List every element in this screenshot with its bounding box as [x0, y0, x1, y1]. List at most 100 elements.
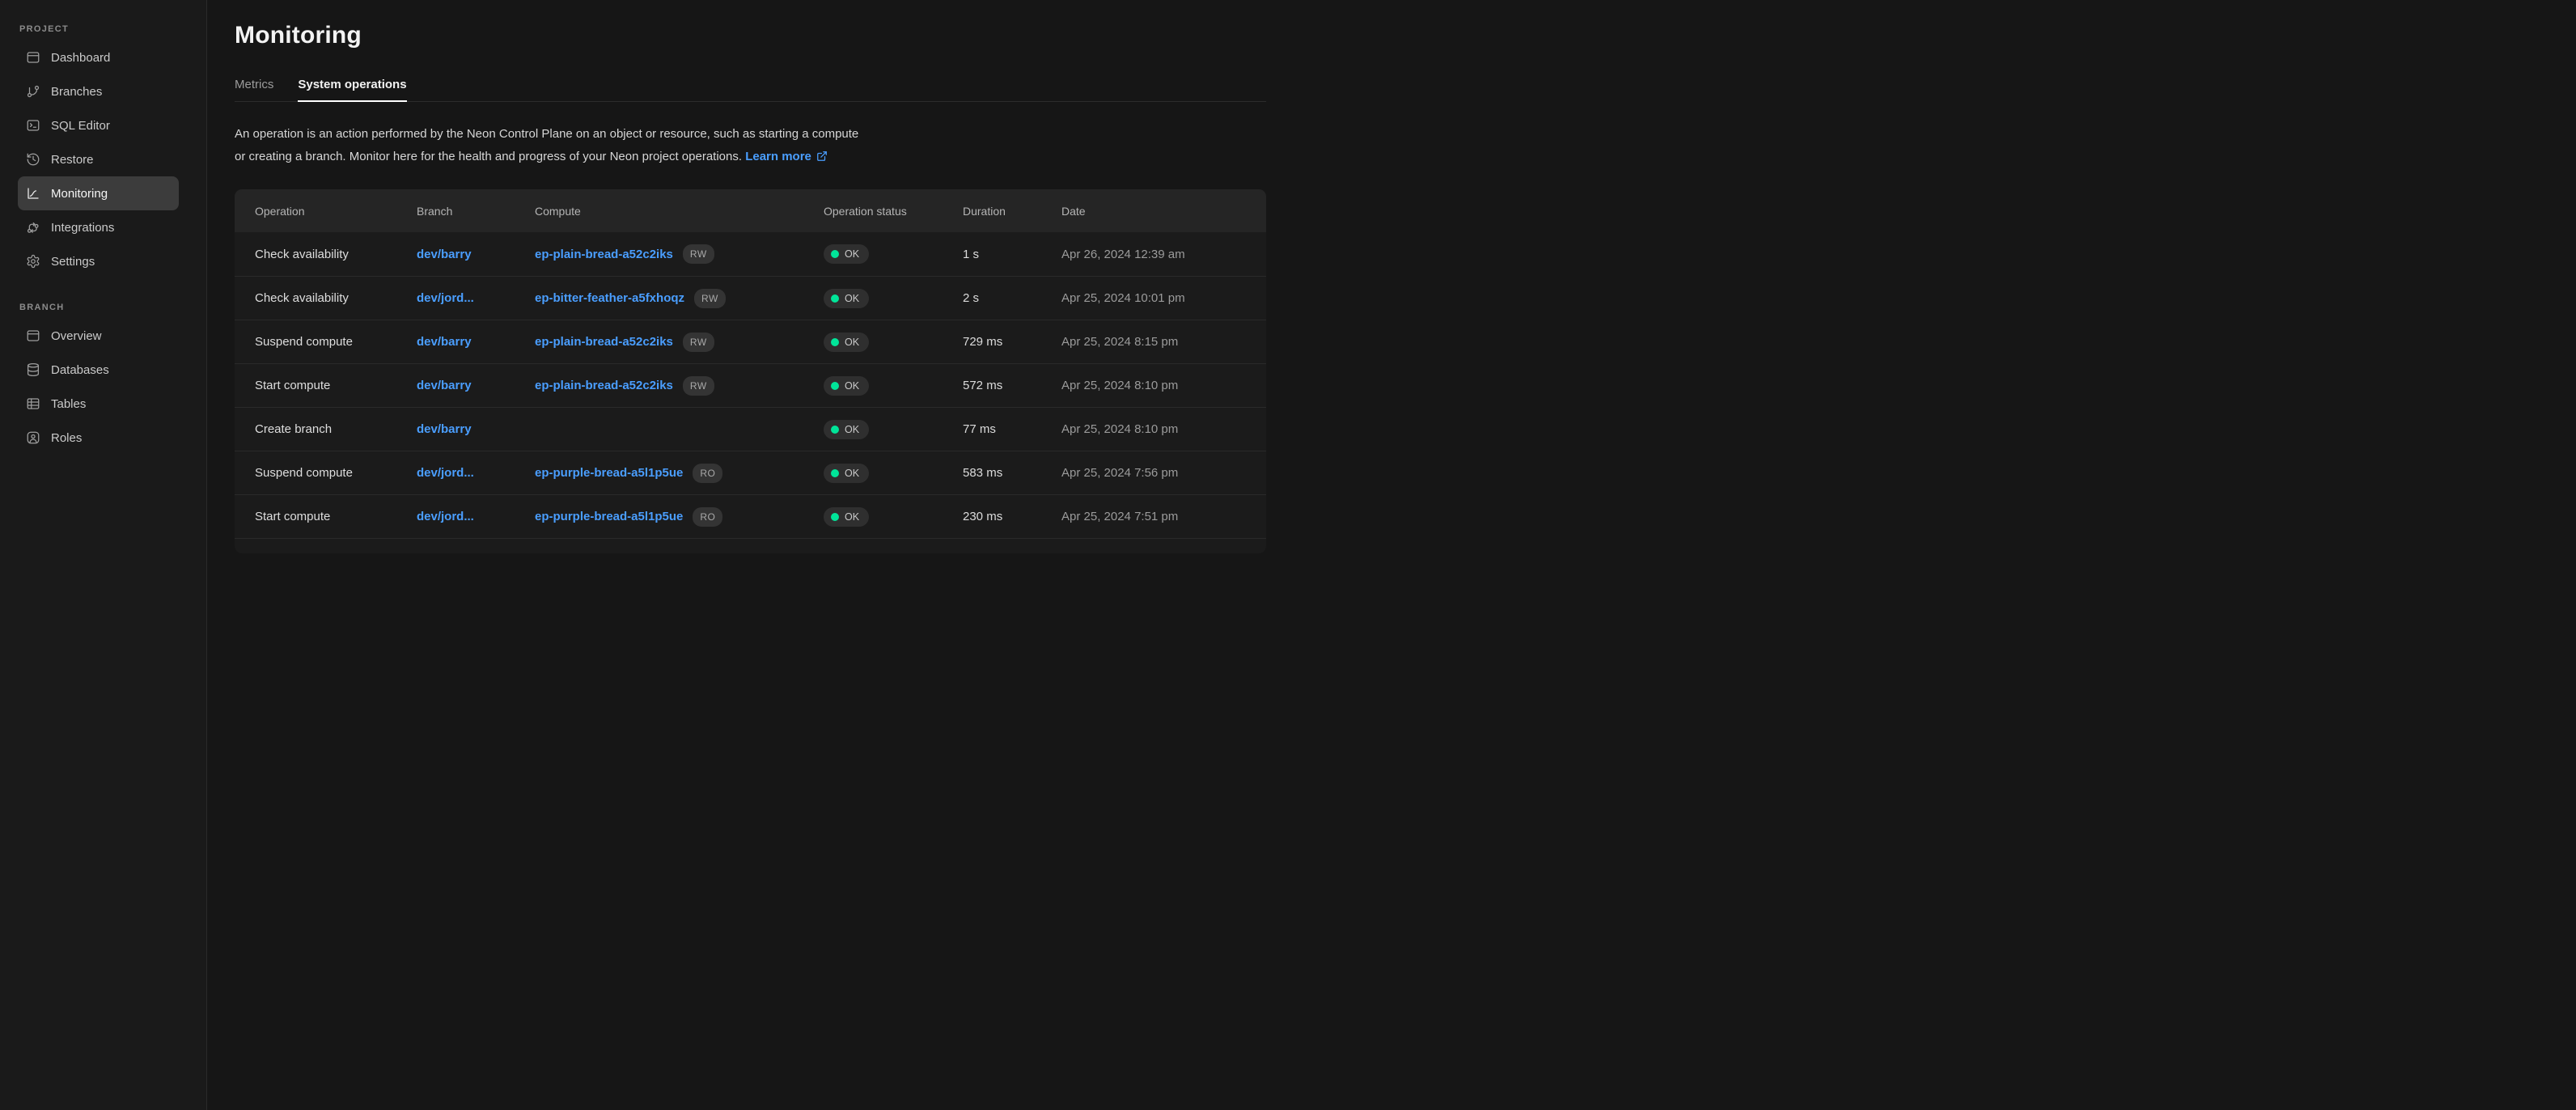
status-ok-dot: [831, 338, 839, 346]
operation-cell: Suspend compute: [255, 466, 417, 480]
tab-system-operations[interactable]: System operations: [298, 68, 406, 101]
column-header-branch: Branch: [417, 205, 535, 218]
compute-type-badge: RO: [693, 464, 722, 483]
column-header-operation-status: Operation status: [824, 205, 963, 218]
table-row: Suspend compute dev/barry ep-plain-bread…: [235, 320, 1266, 363]
roles-icon: [26, 430, 40, 445]
sidebar-item-label: Dashboard: [51, 51, 110, 65]
status-badge: OK: [824, 333, 869, 352]
column-header-date: Date: [1061, 205, 1246, 218]
main-content: Monitoring Metrics System operations An …: [207, 0, 1288, 553]
branch-link[interactable]: dev/jord...: [417, 291, 474, 305]
compute-link[interactable]: ep-purple-bread-a5l1p5ue: [535, 466, 683, 480]
branch-link[interactable]: dev/barry: [417, 379, 472, 392]
sidebar-item-label: Tables: [51, 397, 86, 411]
branches-icon: [26, 84, 40, 99]
sidebar-item-tables[interactable]: Tables: [18, 387, 179, 421]
settings-icon: [26, 254, 40, 269]
sql-editor-icon: [26, 118, 40, 133]
tables-icon: [26, 396, 40, 411]
restore-icon: [26, 152, 40, 167]
compute-type-badge: RW: [683, 376, 714, 396]
status-badge: OK: [824, 507, 869, 527]
compute-link[interactable]: ep-plain-bread-a52c2iks: [535, 379, 673, 392]
sidebar-item-monitoring[interactable]: Monitoring: [18, 176, 179, 210]
sidebar-item-label: Monitoring: [51, 187, 108, 201]
table-row: Check availability dev/barry ep-plain-br…: [235, 232, 1266, 276]
operation-cell: Suspend compute: [255, 335, 417, 349]
operation-cell: Start compute: [255, 379, 417, 392]
status-badge: OK: [824, 376, 869, 396]
external-link-icon: [816, 147, 828, 159]
branch-link[interactable]: dev/barry: [417, 248, 472, 261]
sidebar-item-restore[interactable]: Restore: [18, 142, 179, 176]
duration-cell: 77 ms: [963, 422, 1061, 436]
sidebar-item-label: Roles: [51, 431, 82, 445]
operation-cell: Create branch: [255, 422, 417, 436]
sidebar-item-settings[interactable]: Settings: [18, 244, 179, 278]
duration-cell: 1 s: [963, 248, 1061, 261]
sidebar-item-label: SQL Editor: [51, 119, 110, 133]
sidebar-item-label: Integrations: [51, 221, 114, 235]
status-ok-dot: [831, 382, 839, 390]
dashboard-icon: [26, 50, 40, 65]
date-cell: Apr 25, 2024 8:10 pm: [1061, 422, 1246, 436]
sidebar-item-label: Branches: [51, 85, 102, 99]
date-cell: Apr 26, 2024 12:39 am: [1061, 248, 1246, 261]
date-cell: Apr 25, 2024 7:56 pm: [1061, 466, 1246, 480]
table-row: Start compute dev/barry ep-plain-bread-a…: [235, 363, 1266, 407]
duration-cell: 729 ms: [963, 335, 1061, 349]
branch-link[interactable]: dev/jord...: [417, 466, 474, 480]
status-ok-dot: [831, 426, 839, 434]
table-row: Suspend compute dev/jord... ep-purple-br…: [235, 451, 1266, 494]
sidebar-item-label: Settings: [51, 255, 95, 269]
sidebar-item-integrations[interactable]: Integrations: [18, 210, 179, 244]
status-ok-dot: [831, 294, 839, 303]
tab-metrics[interactable]: Metrics: [235, 68, 273, 101]
page-title: Monitoring: [235, 21, 1266, 50]
compute-link[interactable]: ep-plain-bread-a52c2iks: [535, 248, 673, 261]
operation-cell: Start compute: [255, 510, 417, 523]
sidebar-item-label: Restore: [51, 153, 94, 167]
description-text: An operation is an action performed by t…: [235, 123, 1266, 168]
column-header-duration: Duration: [963, 205, 1061, 218]
sidebar-item-label: Overview: [51, 329, 102, 343]
compute-link[interactable]: ep-plain-bread-a52c2iks: [535, 335, 673, 349]
status-badge: OK: [824, 244, 869, 264]
duration-cell: 2 s: [963, 291, 1061, 305]
tab-bar: Metrics System operations: [235, 68, 1266, 102]
overview-icon: [26, 328, 40, 343]
duration-cell: 572 ms: [963, 379, 1061, 392]
sidebar-item-dashboard[interactable]: Dashboard: [18, 40, 179, 74]
branch-link[interactable]: dev/jord...: [417, 510, 474, 523]
integrations-icon: [26, 220, 40, 235]
sidebar-item-databases[interactable]: Databases: [18, 353, 179, 387]
date-cell: Apr 25, 2024 10:01 pm: [1061, 291, 1246, 305]
status-ok-dot: [831, 250, 839, 258]
duration-cell: 583 ms: [963, 466, 1061, 480]
sidebar: PROJECTDashboardBranchesSQL EditorRestor…: [0, 0, 207, 1110]
sidebar-item-label: Databases: [51, 363, 109, 377]
compute-link[interactable]: ep-purple-bread-a5l1p5ue: [535, 510, 683, 523]
compute-type-badge: RO: [693, 507, 722, 527]
sidebar-item-sql-editor[interactable]: SQL Editor: [18, 108, 179, 142]
compute-link[interactable]: ep-bitter-feather-a5fxhoqz: [535, 291, 684, 305]
column-header-operation: Operation: [255, 205, 417, 218]
date-cell: Apr 25, 2024 8:10 pm: [1061, 379, 1246, 392]
sidebar-item-roles[interactable]: Roles: [18, 421, 179, 455]
table-row: Start compute dev/jord... ep-purple-brea…: [235, 494, 1266, 538]
table-row: Create branch dev/barry OK 77 ms Apr 25,…: [235, 407, 1266, 451]
branch-link[interactable]: dev/barry: [417, 422, 472, 436]
status-badge: OK: [824, 289, 869, 308]
monitoring-icon: [26, 186, 40, 201]
column-header-compute: Compute: [535, 205, 824, 218]
date-cell: Apr 25, 2024 8:15 pm: [1061, 335, 1246, 349]
sidebar-section-project: PROJECTDashboardBranchesSQL EditorRestor…: [18, 24, 206, 278]
sidebar-item-overview[interactable]: Overview: [18, 319, 179, 353]
compute-type-badge: RW: [683, 244, 714, 264]
sidebar-item-branches[interactable]: Branches: [18, 74, 179, 108]
compute-type-badge: RW: [694, 289, 726, 308]
branch-link[interactable]: dev/barry: [417, 335, 472, 349]
learn-more-link[interactable]: Learn more: [745, 150, 811, 163]
date-cell: Apr 25, 2024 7:51 pm: [1061, 510, 1246, 523]
